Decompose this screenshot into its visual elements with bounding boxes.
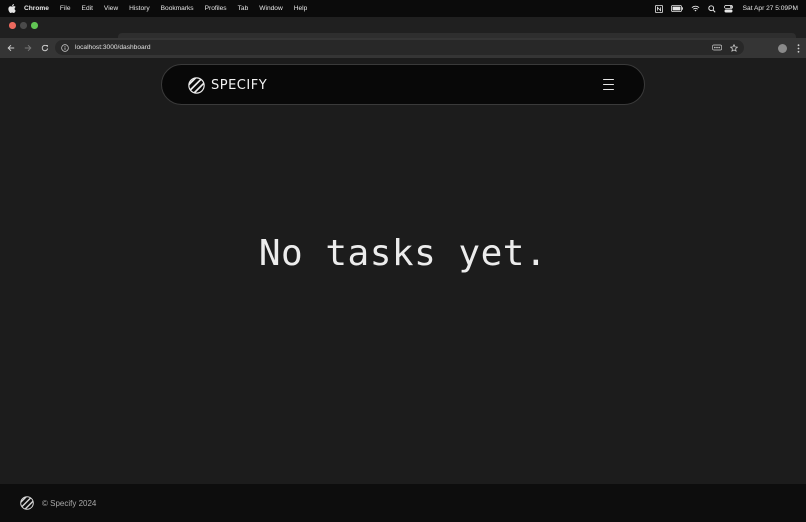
spotlight-search-icon[interactable]: [707, 4, 716, 13]
url-text[interactable]: localhost:3000/dashboard: [75, 44, 151, 51]
notion-icon[interactable]: [654, 4, 663, 13]
window-zoom-button[interactable]: [31, 22, 38, 29]
battery-icon[interactable]: [670, 5, 683, 12]
footer-copyright: © Specify 2024: [42, 498, 97, 508]
menu-edit[interactable]: Edit: [82, 5, 93, 12]
window-controls: [9, 22, 38, 29]
window-close-button[interactable]: [9, 22, 16, 29]
wifi-icon[interactable]: [691, 5, 700, 12]
more-menu-icon[interactable]: [797, 43, 800, 53]
empty-tasks-message: No tasks yet.: [258, 233, 548, 274]
footer-logo-icon: [20, 496, 34, 510]
menubar-clock[interactable]: Sat Apr 27 5:09PM: [743, 5, 798, 12]
profile-avatar-icon[interactable]: [778, 43, 787, 53]
control-center-icon[interactable]: [723, 4, 733, 13]
bookmark-star-icon[interactable]: [730, 43, 738, 52]
menu-bookmarks[interactable]: Bookmarks: [161, 5, 194, 12]
address-bar[interactable]: localhost:3000/dashboard: [55, 40, 744, 55]
menu-app-chrome[interactable]: Chrome: [24, 5, 49, 12]
menu-file[interactable]: File: [60, 5, 71, 12]
menu-tab[interactable]: Tab: [238, 5, 249, 12]
forward-arrow-icon[interactable]: [19, 40, 36, 57]
menu-window[interactable]: Window: [259, 5, 282, 12]
password-key-icon[interactable]: [712, 44, 722, 51]
app-footer: © Specify 2024: [0, 484, 806, 522]
menu-profiles[interactable]: Profiles: [205, 5, 227, 12]
brand[interactable]: SPECIFY: [188, 75, 267, 95]
reload-icon[interactable]: [36, 40, 53, 57]
brand-name: SPECIFY: [211, 77, 268, 93]
macos-menu-bar: Chrome File Edit View History Bookmarks …: [0, 0, 806, 17]
back-arrow-icon[interactable]: [2, 40, 19, 57]
specify-logo-icon: [188, 76, 205, 94]
browser-tab-strip: [0, 17, 806, 38]
site-info-icon[interactable]: [61, 43, 69, 52]
menu-history[interactable]: History: [129, 5, 150, 12]
apple-menu-icon[interactable]: [0, 4, 24, 13]
hamburger-menu-icon[interactable]: [603, 79, 614, 90]
dashboard-page: SPECIFY No tasks yet.: [0, 58, 806, 484]
window-minimize-button[interactable]: [20, 22, 27, 29]
menu-help[interactable]: Help: [294, 5, 308, 12]
app-header: SPECIFY: [161, 64, 645, 105]
browser-toolbar: localhost:3000/dashboard: [0, 38, 806, 58]
menu-view[interactable]: View: [104, 5, 118, 12]
